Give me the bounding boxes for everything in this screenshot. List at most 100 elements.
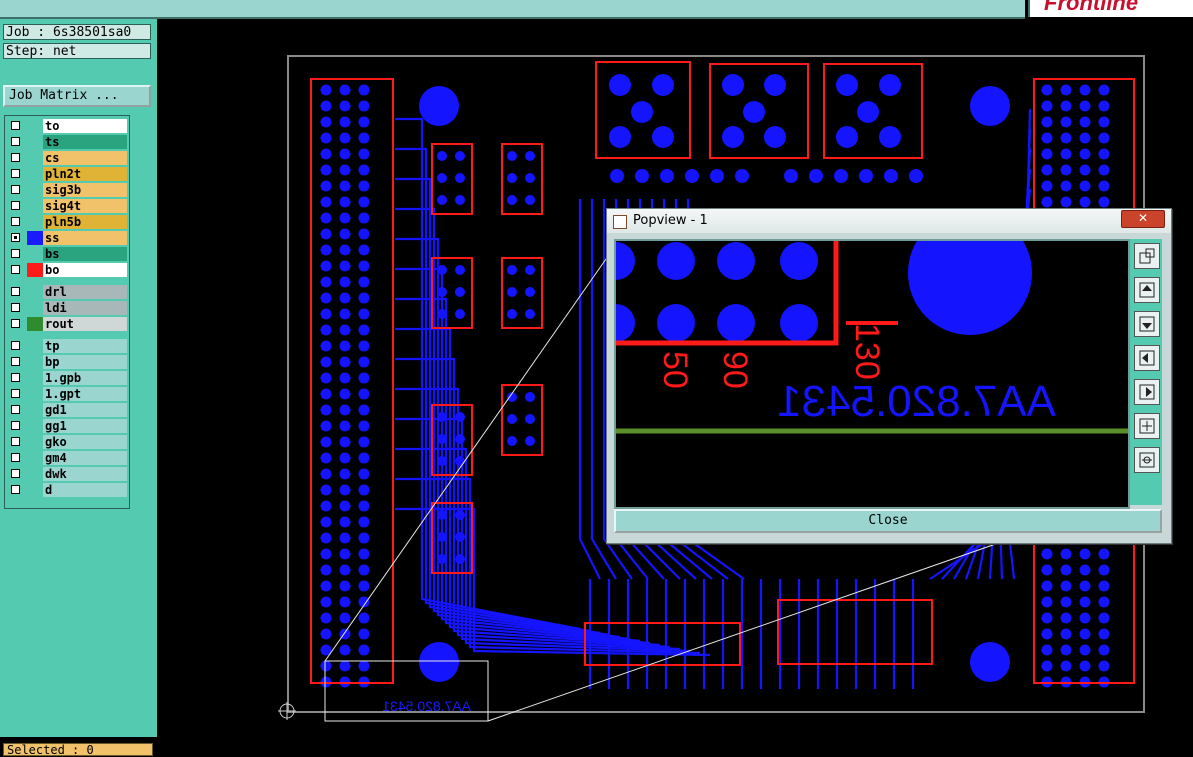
layer-checkbox[interactable] [11, 249, 20, 258]
layer-name: drl [43, 285, 127, 299]
layer-checkbox[interactable] [11, 437, 20, 446]
layer-color-swatch [27, 317, 43, 331]
frontline-logo: Frontline [1044, 0, 1139, 15]
window-icon [613, 215, 627, 229]
layer-checkbox[interactable] [11, 389, 20, 398]
zoom-window-icon[interactable] [1134, 243, 1160, 269]
layer-checkbox[interactable] [11, 469, 20, 478]
layer-row-bo[interactable]: bo [7, 262, 127, 278]
layer-row-gg1[interactable]: gg1 [7, 418, 127, 434]
layer-checkbox[interactable] [11, 303, 20, 312]
layer-row-tp[interactable]: tp [7, 338, 127, 354]
layer-checkbox[interactable] [11, 453, 20, 462]
layer-row-gko[interactable]: gko [7, 434, 127, 450]
layer-name: sig3b [43, 183, 127, 197]
layer-name: gm4 [43, 451, 127, 465]
layer-checkbox[interactable] [11, 185, 20, 194]
board-part-number: AA7.820.5431 [382, 698, 471, 714]
layer-name: bo [43, 263, 127, 277]
layer-checkbox[interactable] [11, 485, 20, 494]
layer-checkbox[interactable] [11, 341, 20, 350]
layer-row-ss[interactable]: ss [7, 230, 127, 246]
layer-name: dwk [43, 467, 127, 481]
layer-row-1-gpt[interactable]: 1.gpt [7, 386, 127, 402]
layer-color-swatch [27, 151, 43, 165]
layer-color-swatch [27, 435, 43, 449]
layer-checkbox[interactable] [11, 153, 20, 162]
layer-checkbox[interactable] [11, 265, 20, 274]
layer-name: ldi [43, 301, 127, 315]
layer-name: ss [43, 231, 127, 245]
left-panel: Job : 6s38501sa0 Step: net Job Matrix ..… [0, 19, 157, 757]
layer-row-pln5b[interactable]: pln5b [7, 214, 127, 230]
layer-checkbox[interactable] [11, 373, 20, 382]
layer-row-to[interactable]: to [7, 118, 127, 134]
layer-row-bs[interactable]: bs [7, 246, 127, 262]
layer-color-swatch [27, 167, 43, 181]
layer-color-swatch [27, 483, 43, 497]
layer-row-gm4[interactable]: gm4 [7, 450, 127, 466]
layer-row-pln2t[interactable]: pln2t [7, 166, 127, 182]
job-matrix-button[interactable]: Job Matrix ... [3, 85, 151, 107]
layer-name: 1.gpb [43, 371, 127, 385]
layer-checkbox[interactable] [11, 405, 20, 414]
layer-name: cs [43, 151, 127, 165]
popview-zoom-canvas[interactable]: 50 90 130 AA7.820.5431 [614, 239, 1130, 509]
layer-name: to [43, 119, 127, 133]
layer-checkbox[interactable] [11, 357, 20, 366]
layer-row-drl[interactable]: drl [7, 284, 127, 300]
layer-checkbox[interactable] [11, 217, 20, 226]
layer-checkbox[interactable] [11, 287, 20, 296]
layer-row-rout[interactable]: rout [7, 316, 127, 332]
layer-color-swatch [27, 339, 43, 353]
layer-checkbox[interactable] [11, 121, 20, 130]
close-icon[interactable]: ✕ [1121, 210, 1165, 228]
layer-checkbox[interactable] [11, 137, 20, 146]
layer-color-swatch [27, 451, 43, 465]
popview-close-button[interactable]: Close [614, 509, 1162, 533]
top-toolbar [0, 0, 1025, 19]
layer-row-dwk[interactable]: dwk [7, 466, 127, 482]
layer-row-gd1[interactable]: gd1 [7, 402, 127, 418]
layer-row-sig3b[interactable]: sig3b [7, 182, 127, 198]
layer-color-swatch [27, 419, 43, 433]
layer-checkbox[interactable] [11, 169, 20, 178]
layer-color-swatch [27, 371, 43, 385]
layer-row-ts[interactable]: ts [7, 134, 127, 150]
layer-row-ldi[interactable]: ldi [7, 300, 127, 316]
zoom-in-icon[interactable] [1134, 413, 1160, 439]
pan-right-icon[interactable] [1134, 379, 1160, 405]
layer-color-swatch [27, 355, 43, 369]
layer-name: tp [43, 339, 127, 353]
pan-left-icon[interactable] [1134, 345, 1160, 371]
layer-name: gd1 [43, 403, 127, 417]
logo-area: Frontline [1028, 0, 1193, 17]
layer-color-swatch [27, 215, 43, 229]
popview-titlebar[interactable]: Popview - 1 ✕ [607, 209, 1171, 233]
layer-color-swatch [27, 183, 43, 197]
popview-toolbar [1130, 239, 1162, 505]
layer-checkbox[interactable] [11, 233, 20, 242]
popview-title: Popview - 1 [633, 213, 708, 228]
layer-row-bp[interactable]: bp [7, 354, 127, 370]
layer-color-swatch [27, 403, 43, 417]
layer-checkbox[interactable] [11, 319, 20, 328]
layer-name: d [43, 483, 127, 497]
layer-color-swatch [27, 135, 43, 149]
layer-checkbox[interactable] [11, 201, 20, 210]
layer-color-swatch [27, 119, 43, 133]
pan-up-icon[interactable] [1134, 277, 1160, 303]
layer-row-d[interactable]: d [7, 482, 127, 498]
layer-checkbox[interactable] [11, 421, 20, 430]
zoom-out-icon[interactable] [1134, 447, 1160, 473]
layer-row-1-gpb[interactable]: 1.gpb [7, 370, 127, 386]
layer-color-swatch [27, 263, 43, 277]
layer-name: gg1 [43, 419, 127, 433]
popview-label-50: 50 [656, 351, 694, 389]
connector-pads [609, 74, 901, 148]
pan-down-icon[interactable] [1134, 311, 1160, 337]
layer-name: bp [43, 355, 127, 369]
popview-window: Popview - 1 ✕ 50 90 130 AA7.820.5431 Clo… [606, 208, 1172, 544]
layer-row-cs[interactable]: cs [7, 150, 127, 166]
layer-row-sig4t[interactable]: sig4t [7, 198, 127, 214]
